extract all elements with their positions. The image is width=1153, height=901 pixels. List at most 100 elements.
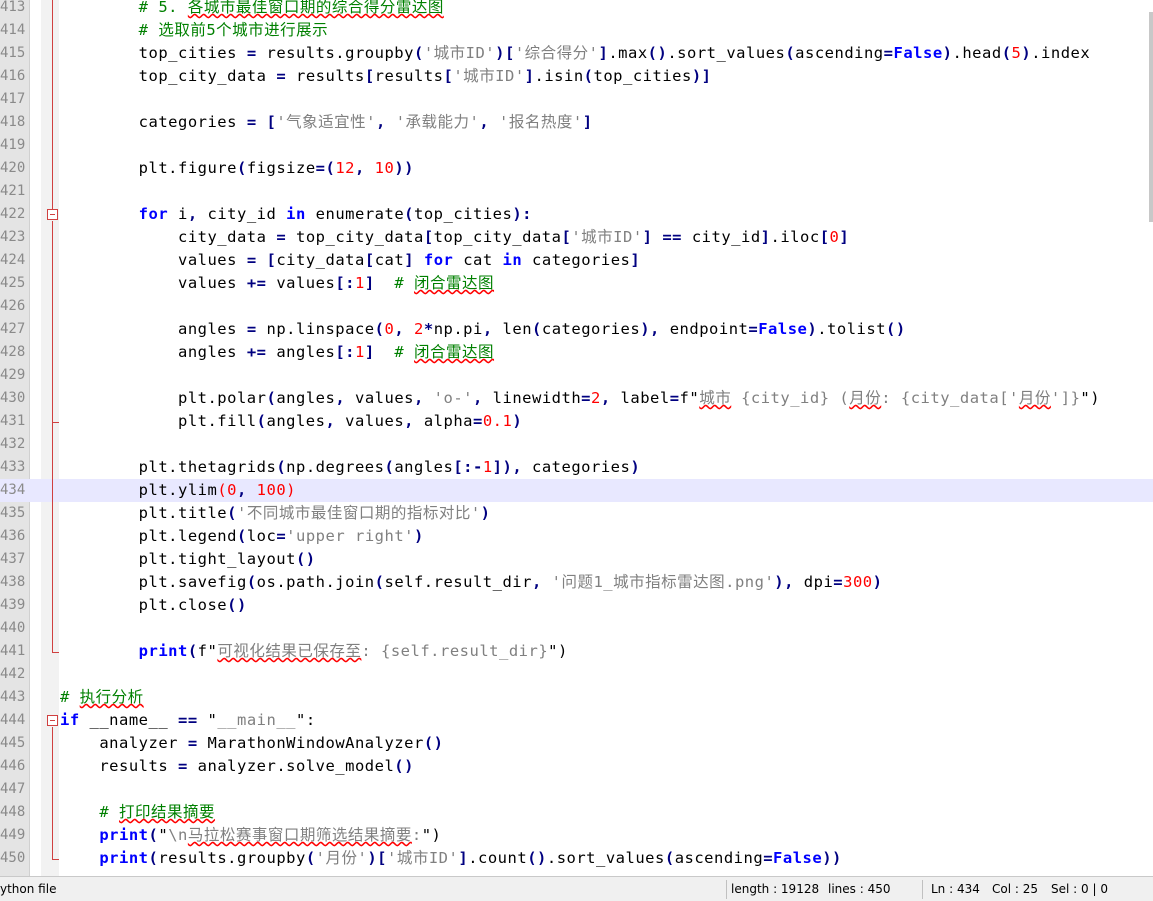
code-line[interactable]: 421 <box>0 180 1153 203</box>
code-line[interactable]: 428 angles += angles[:1] # 闭合雷达图 <box>0 341 1153 364</box>
code-text[interactable]: print("\n马拉松赛事窗口期筛选结果摘要:") <box>60 824 441 847</box>
fold-end-mark <box>52 859 59 860</box>
code-line[interactable]: 442 <box>0 663 1153 686</box>
code-line[interactable]: 450 print(results.groupby('月份')['城市ID'].… <box>0 847 1153 870</box>
code-text[interactable]: # 选取前5个城市进行展示 <box>60 19 328 42</box>
code-token: plt.polar <box>177 389 267 407</box>
code-text[interactable]: plt.legend(loc='upper right') <box>60 525 424 548</box>
code-line[interactable]: 432 <box>0 433 1153 456</box>
code-token: [ <box>364 67 375 85</box>
code-line[interactable]: 448 # 打印结果摘要 <box>0 801 1153 824</box>
code-line[interactable]: 413 # 5. 各城市最佳窗口期的综合得分雷达图 <box>0 0 1153 19</box>
code-token: ") <box>421 826 442 844</box>
code-line[interactable]: 444 if __name__ == "__main__": <box>0 709 1153 732</box>
code-token: 城市 <box>699 389 732 407</box>
code-text[interactable]: angles += angles[:1] # 闭合雷达图 <box>60 341 494 364</box>
code-text[interactable]: analyzer = MarathonWindowAnalyzer() <box>60 732 443 755</box>
code-text[interactable]: print(results.groupby('月份')['城市ID'].coun… <box>60 847 842 870</box>
code-text[interactable]: results = analyzer.solve_model() <box>60 755 414 778</box>
code-line[interactable]: 422 for i, city_id in enumerate(top_citi… <box>0 203 1153 226</box>
code-token: () <box>647 44 668 62</box>
code-line[interactable]: 415 top_cities = results.groupby('城市ID')… <box>0 42 1153 65</box>
code-text[interactable]: for i, city_id in enumerate(top_cities): <box>60 203 532 226</box>
code-text[interactable]: plt.savefig(os.path.join(self.result_dir… <box>60 571 882 594</box>
code-token: ( <box>148 849 159 867</box>
code-text[interactable]: # 执行分析 <box>60 686 144 709</box>
code-line[interactable]: 426 <box>0 295 1153 318</box>
code-token: = <box>473 412 483 430</box>
code-line[interactable]: 439 plt.close() <box>0 594 1153 617</box>
vertical-scrollbar[interactable] <box>1149 12 1153 222</box>
code-line[interactable]: 419 <box>0 134 1153 157</box>
code-line[interactable]: 417 <box>0 88 1153 111</box>
code-line[interactable]: 429 <box>0 364 1153 387</box>
code-line[interactable]: 434 plt.ylim(0, 100) <box>0 479 1153 502</box>
line-number: 425 <box>0 275 26 291</box>
code-text[interactable]: plt.close() <box>60 594 247 617</box>
code-text[interactable]: angles = np.linspace(0, 2*np.pi, len(cat… <box>60 318 906 341</box>
code-line[interactable]: 438 plt.savefig(os.path.join(self.result… <box>0 571 1153 594</box>
code-line[interactable]: 447 <box>0 778 1153 801</box>
code-token: '城市ID' <box>387 849 459 867</box>
code-text[interactable]: categories = ['气象适宜性', '承载能力', '报名热度'] <box>60 111 593 134</box>
code-token: [ <box>561 228 572 246</box>
code-token: ) <box>512 412 523 430</box>
code-text[interactable]: print(f"可视化结果已保存至: {self.result_dir}") <box>60 640 568 663</box>
code-token: )[ <box>495 44 515 62</box>
code-text[interactable]: plt.title('不同城市最佳窗口期的指标对比') <box>60 502 491 525</box>
code-line[interactable]: 440 <box>0 617 1153 640</box>
code-line[interactable]: 443 # 执行分析 <box>0 686 1153 709</box>
code-text[interactable]: plt.fill(angles, values, alpha=0.1) <box>60 410 522 433</box>
code-line[interactable]: 437 plt.tight_layout() <box>0 548 1153 571</box>
code-line[interactable]: 436 plt.legend(loc='upper right') <box>0 525 1153 548</box>
code-text[interactable]: top_city_data = results[results['城市ID'].… <box>60 65 712 88</box>
fold-toggle-icon[interactable] <box>47 209 58 220</box>
code-line[interactable]: 441 print(f"可视化结果已保存至: {self.result_dir}… <box>0 640 1153 663</box>
code-text[interactable]: values = [city_data[cat] for cat in cate… <box>60 249 640 272</box>
code-line[interactable]: 449 print("\n马拉松赛事窗口期筛选结果摘要:") <box>0 824 1153 847</box>
code-line[interactable]: 416 top_city_data = results[results['城市I… <box>0 65 1153 88</box>
code-line[interactable]: 430 plt.polar(angles, values, 'o-', line… <box>0 387 1153 410</box>
code-line[interactable]: 445 analyzer = MarathonWindowAnalyzer() <box>0 732 1153 755</box>
code-text[interactable]: # 5. 各城市最佳窗口期的综合得分雷达图 <box>60 0 444 19</box>
code-editor[interactable]: 413 # 5. 各城市最佳窗口期的综合得分雷达图 414 # 选取前5个城市进行… <box>0 0 1153 876</box>
code-line[interactable]: 431 plt.fill(angles, values, alpha=0.1) <box>0 410 1153 433</box>
code-text[interactable]: values += values[:1] # 闭合雷达图 <box>60 272 494 295</box>
code-line[interactable]: 423 city_data = top_city_data[top_city_d… <box>0 226 1153 249</box>
code-text[interactable]: top_cities = results.groupby('城市ID')['综合… <box>60 42 1090 65</box>
code-line[interactable]: 435 plt.title('不同城市最佳窗口期的指标对比') <box>0 502 1153 525</box>
code-text[interactable]: plt.tight_layout() <box>60 548 316 571</box>
code-text[interactable]: plt.ylim(0, 100) <box>60 479 296 502</box>
code-text[interactable]: plt.polar(angles, values, 'o-', linewidt… <box>60 387 1100 410</box>
fold-toggle-icon[interactable] <box>47 715 58 726</box>
code-line[interactable]: 420 plt.figure(figsize=(12, 10)) <box>0 157 1153 180</box>
code-text[interactable]: plt.thetagrids(np.degrees(angles[:-1]), … <box>60 456 640 479</box>
line-number: 419 <box>0 137 26 153</box>
code-text[interactable]: city_data = top_city_data[top_city_data[… <box>60 226 849 249</box>
code-line[interactable]: 446 results = analyzer.solve_model() <box>0 755 1153 778</box>
code-line[interactable]: 418 categories = ['气象适宜性', '承载能力', '报名热度… <box>0 111 1153 134</box>
code-token: ( <box>532 320 542 338</box>
code-token: 'upper right' <box>286 527 414 545</box>
code-token: ( <box>1001 44 1012 62</box>
code-text[interactable]: # 打印结果摘要 <box>60 801 215 824</box>
code-token: '不同城市最佳窗口期的指标对比' <box>237 504 481 522</box>
status-length: length : 19128 <box>731 882 820 896</box>
code-token: results <box>286 67 365 85</box>
code-line[interactable]: 425 values += values[:1] # 闭合雷达图 <box>0 272 1153 295</box>
code-text[interactable]: if __name__ == "__main__": <box>60 709 316 732</box>
code-token: 0.1 <box>482 412 513 430</box>
code-line[interactable]: 414 # 选取前5个城市进行展示 <box>0 19 1153 42</box>
code-token: = <box>276 527 287 545</box>
code-token: ( <box>664 849 675 867</box>
status-selection: Sel : 0 | 0 <box>1051 882 1108 896</box>
code-line[interactable]: 424 values = [city_data[cat] for cat in … <box>0 249 1153 272</box>
code-token: [: <box>335 343 355 361</box>
code-token: os.path.join <box>256 573 375 591</box>
line-number: 427 <box>0 321 26 337</box>
code-text[interactable]: plt.figure(figsize=(12, 10)) <box>60 157 414 180</box>
code-line[interactable]: 427 angles = np.linspace(0, 2*np.pi, len… <box>0 318 1153 341</box>
code-line[interactable]: 433 plt.thetagrids(np.degrees(angles[:-1… <box>0 456 1153 479</box>
